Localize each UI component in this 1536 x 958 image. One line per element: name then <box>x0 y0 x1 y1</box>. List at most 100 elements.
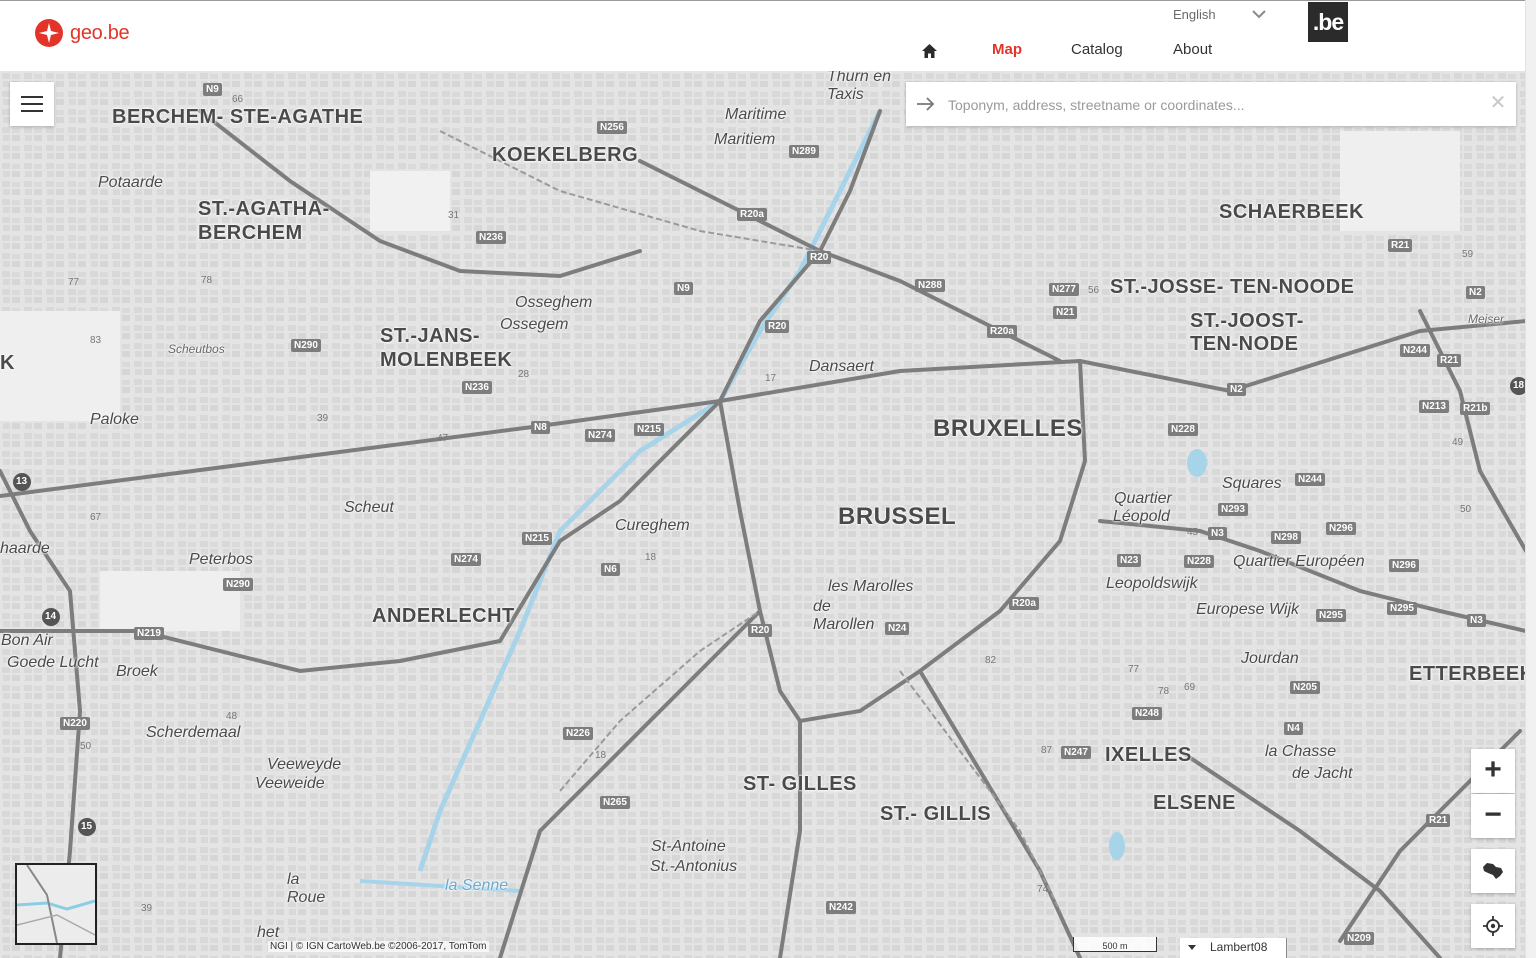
overview-minimap[interactable] <box>15 863 97 945</box>
place-label: Dansaert <box>809 358 874 375</box>
road-shield: N247 <box>1061 746 1091 759</box>
elevation-label: 31 <box>448 210 460 221</box>
road-shield: R20 <box>807 251 832 264</box>
place-label: Leopoldswijk <box>1106 575 1198 592</box>
place-label: ST.-JANS- <box>380 325 481 347</box>
place-label: ELSENE <box>1153 792 1237 814</box>
nav-catalog[interactable]: Catalog <box>1071 41 1123 58</box>
clear-icon[interactable]: ✕ <box>1488 92 1508 114</box>
map-canvas[interactable]: BERCHEM- STE-AGATHE KOEKELBERG ST.-AGATH… <box>0 71 1526 958</box>
place-label: la <box>287 871 300 888</box>
elevation-label: 83 <box>90 335 102 346</box>
menu-button[interactable] <box>10 82 54 126</box>
place-label: Veeweyde <box>267 756 342 773</box>
projection-selector[interactable]: Lambert08 <box>1180 938 1287 958</box>
place-label: ST- GILLES <box>743 773 857 795</box>
locate-button[interactable] <box>1471 904 1515 948</box>
be-badge[interactable]: .be <box>1308 2 1348 42</box>
ring-road-label: 18 <box>1513 380 1525 391</box>
road-shield: R21b <box>1460 402 1491 415</box>
road-shield: N23 <box>1117 554 1142 567</box>
road-shield: N274 <box>451 553 481 566</box>
place-label: St-Antoine <box>651 838 726 855</box>
arrow-right-icon[interactable] <box>916 95 936 113</box>
elevation-label: 39 <box>141 903 153 914</box>
road-shield: R21 <box>1388 239 1413 252</box>
place-label: Veeweide <box>255 775 325 792</box>
road-shield: N277 <box>1049 283 1079 296</box>
place-label: IXELLES <box>1105 744 1192 766</box>
locate-icon <box>1483 916 1503 936</box>
road-shield: N4 <box>1284 722 1303 735</box>
elevation-label: 87 <box>1041 745 1053 756</box>
road-shield: N256 <box>597 121 627 134</box>
place-label: ST.-JOSSE- TEN-NOODE <box>1110 276 1355 298</box>
place-label: Roue <box>287 889 326 906</box>
site-header: geo.be English .be Map Catalog About <box>0 1 1526 71</box>
place-label: Quartier <box>1114 490 1172 507</box>
nav-map[interactable]: Map <box>992 41 1022 58</box>
place-label: SCHAERBEEK <box>1219 201 1365 223</box>
road-shield: N2 <box>1466 286 1485 299</box>
road-shield: N3 <box>1208 527 1227 540</box>
elevation-label: 50 <box>1460 504 1472 515</box>
road-shield: N2 <box>1227 383 1246 396</box>
road-shield: N244 <box>1400 344 1430 357</box>
place-label: les Marolles <box>828 578 914 595</box>
road-shield: N215 <box>634 423 664 436</box>
place-label: KOEKELBERG <box>492 144 639 166</box>
nav-about[interactable]: About <box>1173 41 1212 58</box>
menu-icon <box>21 96 43 98</box>
place-label: St.-Antonius <box>650 858 738 875</box>
elevation-label: 39 <box>317 413 329 424</box>
place-label: BRUXELLES <box>933 415 1083 442</box>
place-label: BERCHEM- STE-AGATHE <box>112 106 364 128</box>
place-label: Bon Air <box>1 632 53 649</box>
road-shield: N296 <box>1326 522 1356 535</box>
place-label: Goede Lucht <box>7 654 99 671</box>
elevation-label: 78 <box>201 275 213 286</box>
road-shield: N295 <box>1387 602 1417 615</box>
language-selector[interactable]: English <box>1173 7 1273 22</box>
road-shield: N293 <box>1218 503 1248 516</box>
elevation-label: 77 <box>1128 664 1140 675</box>
ring-road-label: 15 <box>81 821 93 832</box>
road-shield: N298 <box>1271 531 1301 544</box>
belgium-map-icon <box>1483 863 1503 879</box>
site-logo[interactable]: geo.be <box>34 18 130 48</box>
place-label: Taxis <box>827 86 864 103</box>
place-label: Meiser <box>1468 312 1505 326</box>
elevation-label: 69 <box>1184 682 1196 693</box>
place-label: Quartier Européen <box>1233 553 1365 570</box>
page-scrollbar[interactable] <box>1525 0 1536 958</box>
road-shield: N215 <box>522 532 552 545</box>
zoom-out-button[interactable]: − <box>1471 794 1515 838</box>
place-label: Thurn en <box>827 71 892 85</box>
elevation-label: 67 <box>90 512 102 523</box>
road-shield: N220 <box>60 717 90 730</box>
place-label: Europese Wijk <box>1196 601 1300 618</box>
full-extent-button[interactable] <box>1471 849 1515 893</box>
place-label: ST.-AGATHA- <box>198 198 330 220</box>
caret-down-icon <box>1188 945 1196 950</box>
elevation-label: 28 <box>518 369 530 380</box>
place-label: Scheut <box>344 499 394 516</box>
elevation-label: 59 <box>1462 249 1474 260</box>
elevation-label: 77 <box>68 277 80 288</box>
road-shield: N6 <box>601 563 620 576</box>
home-icon[interactable] <box>921 43 938 59</box>
road-shield: N9 <box>203 83 222 96</box>
place-label: Potaarde <box>98 174 163 191</box>
zoom-in-button[interactable]: + <box>1471 749 1515 793</box>
language-value: English <box>1173 7 1216 22</box>
elevation-label: 18 <box>645 552 657 563</box>
road-shield: N236 <box>476 231 506 244</box>
place-label: Cureghem <box>615 517 690 534</box>
road-shield: N295 <box>1316 609 1346 622</box>
road-shield: R20a <box>987 325 1017 338</box>
road-shield: N21 <box>1053 306 1078 319</box>
search-input[interactable] <box>946 92 1480 118</box>
place-label: Paloke <box>90 411 139 428</box>
road-shield: N248 <box>1132 707 1162 720</box>
place-label: Jourdan <box>1241 650 1299 667</box>
